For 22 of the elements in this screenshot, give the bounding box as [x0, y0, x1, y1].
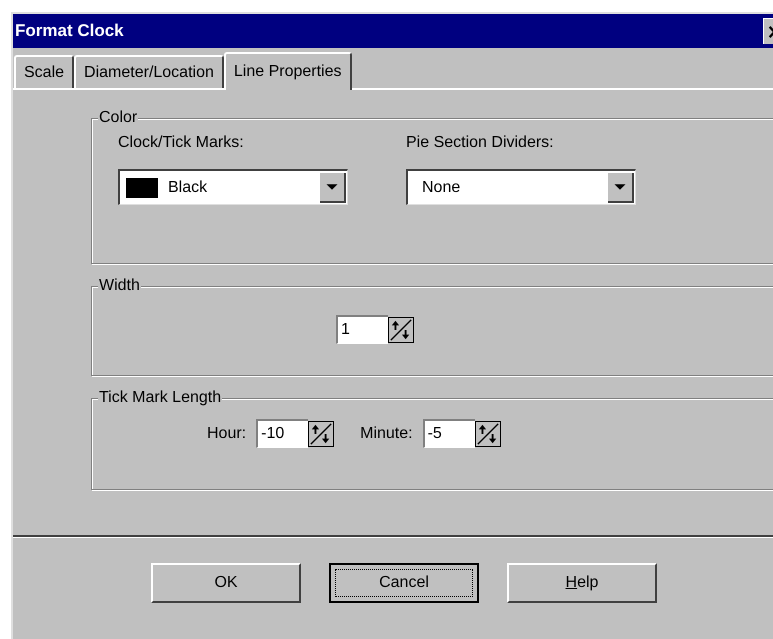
- field-label: Hour:: [207, 424, 246, 444]
- number-field[interactable]: -10: [256, 419, 308, 448]
- dropdown-value: None: [422, 178, 462, 198]
- window-title: Format Clock: [14, 20, 124, 42]
- field-label: Clock/Tick Marks:: [118, 133, 245, 153]
- number-field[interactable]: 1: [336, 315, 388, 344]
- tab[interactable]: Scale: [14, 55, 74, 88]
- group-title: Tick Mark Length: [98, 388, 222, 408]
- tab[interactable]: Line Properties: [224, 52, 352, 90]
- tab[interactable]: Diameter/Location: [74, 55, 224, 88]
- field-label: Minute:: [360, 424, 413, 444]
- spin-arrows-icon[interactable]: [474, 421, 501, 447]
- number-field[interactable]: -5: [422, 419, 475, 448]
- dialog-button[interactable]: Help: [507, 563, 657, 603]
- dialog-button[interactable]: Cancel: [329, 563, 479, 603]
- spin-arrows-icon[interactable]: [308, 421, 334, 447]
- dropdown-value: Black: [168, 178, 208, 198]
- dropdown[interactable]: None: [406, 169, 636, 205]
- dialog-button[interactable]: OK: [151, 563, 301, 603]
- field-label: Pie Section Dividers:: [406, 133, 555, 153]
- dropdown[interactable]: Black: [118, 169, 348, 205]
- spin-arrows-icon[interactable]: [388, 317, 414, 343]
